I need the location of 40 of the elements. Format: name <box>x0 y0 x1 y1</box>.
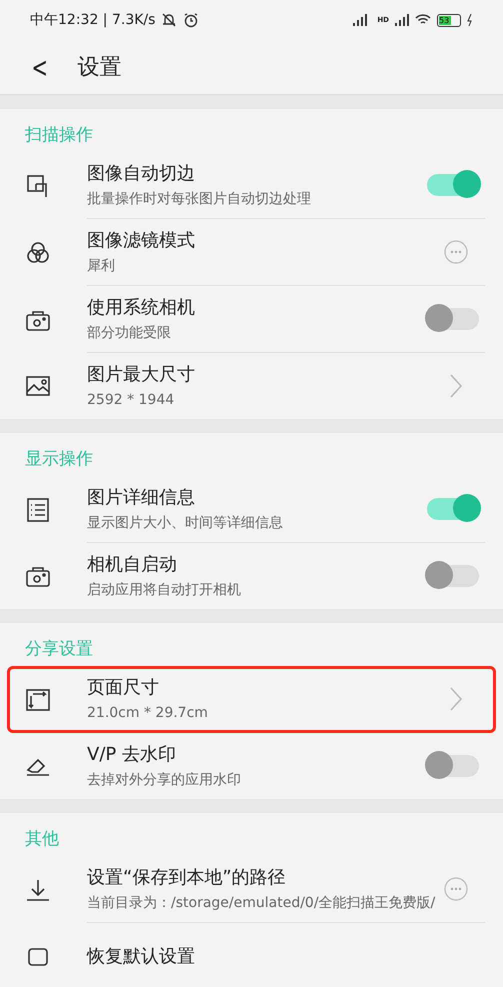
setting-subtitle: 去掉对外分享的应用水印 <box>87 770 242 790</box>
page-title: 设置 <box>77 54 122 82</box>
setting-title: 相机自启动 <box>87 552 178 576</box>
setting-subtitle: 当前目录为：/storage/emulated/0/全能扫描王免费版/ <box>87 894 436 913</box>
setting-subtitle: 2592 * 1944 <box>87 390 176 410</box>
more-icon[interactable] <box>443 239 469 265</box>
setting-title: 图像滤镜模式 <box>87 228 196 252</box>
more-icon[interactable] <box>443 876 469 902</box>
status-time: 中午12:32 | 7.3K/s <box>30 11 156 29</box>
setting-title: 恢复默认设置 <box>87 945 196 968</box>
setting-subtitle: 犀利 <box>87 256 116 276</box>
setting-subtitle: 21.0cm * 29.7cm <box>87 704 209 723</box>
image-icon <box>25 373 51 399</box>
setting-subtitle: 启动应用将自动打开相机 <box>87 580 242 600</box>
wifi-icon <box>415 14 431 26</box>
setting-title: 图像自动切边 <box>87 162 196 185</box>
alarm-icon <box>183 12 200 28</box>
charging-icon <box>467 14 473 26</box>
setting-title: 图片详细信息 <box>87 486 196 509</box>
mute-icon <box>161 12 178 28</box>
setting-title: 页面尺寸 <box>87 676 160 699</box>
section-title: 扫描操作 <box>24 124 94 147</box>
chevron-icon <box>449 686 463 712</box>
setting-title: 图片最大尺寸 <box>87 362 196 386</box>
signal-icon <box>395 14 409 26</box>
chevron-icon <box>449 373 463 399</box>
setting-title: 设置“保存到本地”的路径 <box>87 866 287 889</box>
setting-subtitle: 批量操作时对每张图片自动切边处理 <box>87 190 312 209</box>
setting-subtitle: 显示图片大小、时间等详细信息 <box>87 514 284 533</box>
section-title: 分享设置 <box>24 638 94 661</box>
battery-icon: 53 <box>437 14 461 26</box>
list-icon <box>25 496 51 522</box>
section-title: 其他 <box>24 828 60 851</box>
setting-title: V/P 去水印 <box>87 742 177 766</box>
section-title: 显示操作 <box>24 448 94 471</box>
page-size-icon <box>25 686 51 712</box>
circles-icon <box>25 240 51 266</box>
back-button[interactable]: < <box>32 50 48 84</box>
setting-subtitle: 部分功能受限 <box>87 324 172 343</box>
setting-title: 使用系统相机 <box>87 296 196 319</box>
